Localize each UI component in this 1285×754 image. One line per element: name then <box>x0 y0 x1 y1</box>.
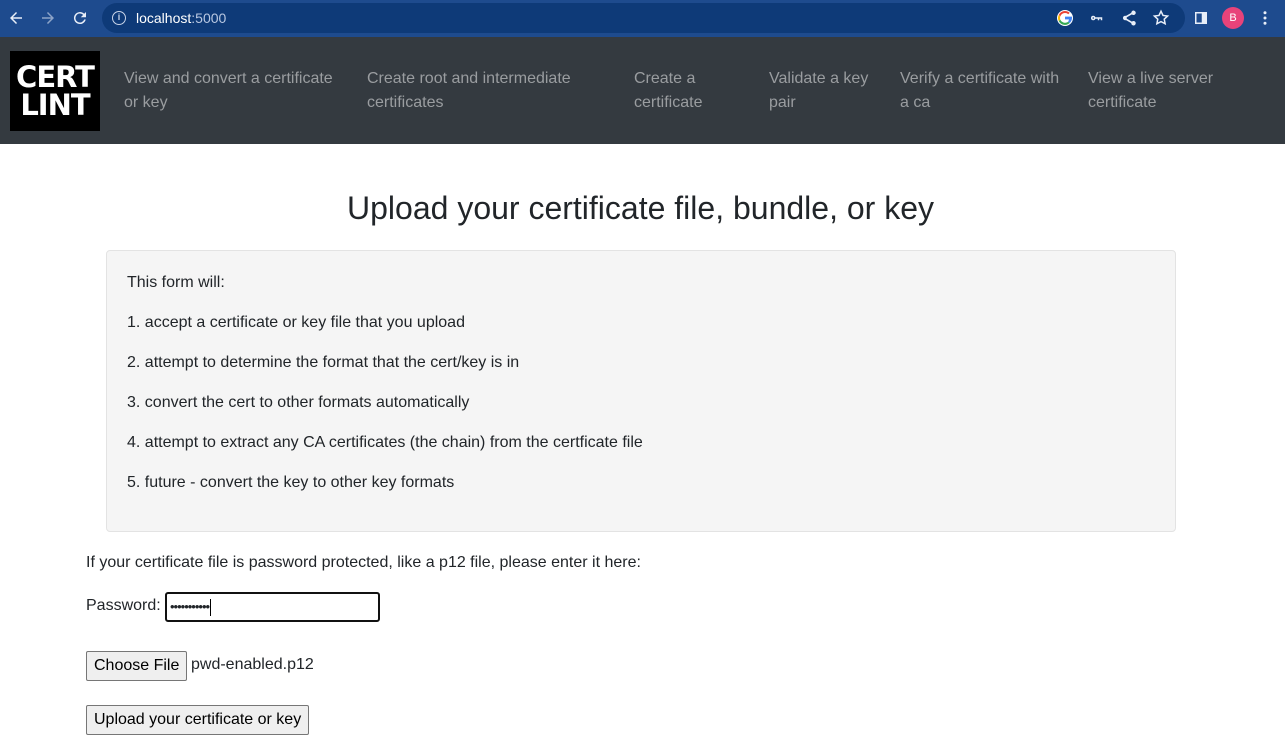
url-port: :5000 <box>191 10 227 26</box>
step-item: 4. attempt to extract any CA certificate… <box>127 434 643 451</box>
step-item: 2. attempt to determine the format that … <box>127 354 520 371</box>
nav-label: Verify a certificate with <box>900 70 1060 87</box>
page-title: Upload your certificate file, bundle, or… <box>347 190 934 226</box>
nav-label: certificate <box>634 94 703 111</box>
nav-create-certificate[interactable]: Create a certificate <box>634 67 702 115</box>
reload-icon[interactable] <box>64 2 96 34</box>
address-bar[interactable]: i localhost:5000 <box>102 3 1185 33</box>
nav-label: Validate a key <box>769 70 869 87</box>
nav-label: certificate <box>1088 94 1157 111</box>
url-host: localhost <box>136 10 192 26</box>
info-well: This form will: 1. accept a certificate … <box>106 250 1176 532</box>
key-icon[interactable] <box>1088 9 1106 27</box>
step-item: 5. future - convert the key to other key… <box>127 474 455 491</box>
menu-kebab-icon[interactable] <box>1256 9 1274 27</box>
password-input[interactable]: ••••••••••• <box>165 592 380 622</box>
choose-file-button[interactable]: Choose File <box>86 651 188 681</box>
logo-line-1: CERT <box>16 60 95 94</box>
upload-button[interactable]: Upload your certificate or key <box>86 705 310 735</box>
nav-label: pair <box>769 94 796 111</box>
url-text: localhost:5000 <box>136 10 226 26</box>
nav-label: View a live server <box>1088 70 1214 87</box>
nav-create-root-intermediate[interactable]: Create root and intermediate certificate… <box>367 67 571 115</box>
nav-live-server-cert[interactable]: View a live server certificate <box>1088 67 1213 115</box>
password-value: ••••••••••• <box>170 599 210 614</box>
nav-label: certificates <box>367 94 444 111</box>
nav-label: Create a <box>634 70 696 87</box>
step-item: 3. convert the cert to other formats aut… <box>127 394 470 411</box>
nav-validate-key-pair[interactable]: Validate a key pair <box>769 67 868 115</box>
password-label: Password: <box>86 597 161 614</box>
nav-verify-with-ca[interactable]: Verify a certificate with a ca <box>900 67 1059 115</box>
intro-text: This form will: <box>127 274 225 291</box>
logo-line-2: LINT <box>20 88 90 122</box>
share-icon[interactable] <box>1120 9 1138 27</box>
google-icon[interactable] <box>1057 10 1073 26</box>
site-info-icon[interactable]: i <box>112 11 126 25</box>
text-caret <box>210 599 212 617</box>
forward-arrow-icon[interactable] <box>32 2 64 34</box>
star-icon[interactable] <box>1152 9 1170 27</box>
nav-label: View and convert a certificate <box>124 70 333 87</box>
password-note: If your certificate file is password pro… <box>86 554 641 571</box>
browser-toolbar: i localhost:5000 B <box>0 0 1285 37</box>
nav-label: Create root and intermediate <box>367 70 571 87</box>
nav-label: a ca <box>900 94 931 111</box>
side-panel-icon[interactable] <box>1192 9 1210 27</box>
step-item: 1. accept a certificate or key file that… <box>127 314 465 331</box>
nav-label: or key <box>124 94 168 111</box>
back-arrow-icon[interactable] <box>0 2 32 34</box>
app-navbar: CERT LINT View and convert a certificate… <box>0 37 1285 144</box>
profile-avatar[interactable]: B <box>1222 7 1244 29</box>
nav-view-convert[interactable]: View and convert a certificate or key <box>124 67 333 115</box>
selected-file-name: pwd-enabled.p12 <box>191 656 314 673</box>
certlint-logo[interactable]: CERT LINT <box>10 51 100 131</box>
